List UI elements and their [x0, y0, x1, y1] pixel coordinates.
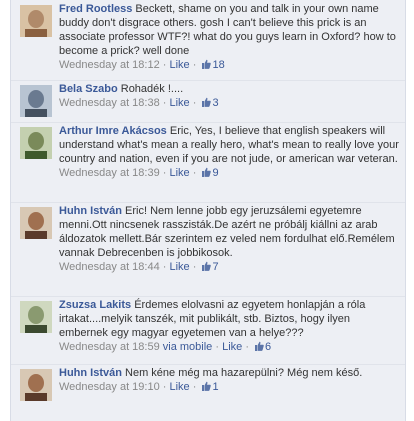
comment-meta: Wednesday at 18:59 via mobile · Like · 6 — [59, 341, 272, 353]
comment-author[interactable]: Fred Rootless — [59, 3, 132, 15]
comment: Huhn István Nem kéne még ma hazarepülni?… — [11, 364, 405, 421]
avatar[interactable] — [20, 127, 52, 159]
like-count[interactable]: 18 — [212, 59, 224, 71]
comment-time[interactable]: Wednesday at 18:44 — [59, 261, 160, 273]
like-link[interactable]: Like — [222, 341, 242, 353]
avatar[interactable] — [20, 5, 52, 37]
comment-author[interactable]: Zsuzsa Lakits — [59, 299, 131, 311]
comment-meta: Wednesday at 18:44 · Like · 7 — [59, 261, 219, 273]
avatar[interactable] — [20, 85, 52, 117]
avatar[interactable] — [20, 301, 52, 333]
profile-photo-icon — [20, 301, 52, 333]
comment: Zsuzsa Lakits Érdemes elolvasni az egyet… — [11, 296, 405, 365]
avatar[interactable] — [20, 369, 52, 401]
comment-meta: Wednesday at 18:39 · Like · 9 — [59, 167, 219, 179]
comment: Huhn István Eric! Nem lenne jobb egy jer… — [11, 202, 405, 297]
comment-author[interactable]: Arthur Imre Akácsos — [59, 125, 167, 137]
thumbs-up-icon[interactable] — [201, 261, 212, 271]
comment-time[interactable]: Wednesday at 18:12 — [59, 59, 160, 71]
profile-photo-icon — [20, 207, 52, 239]
comment-text: Rohadék !.... — [120, 83, 184, 95]
like-count[interactable]: 6 — [265, 341, 271, 353]
comment: Bela Szabo Rohadék !.... Wednesday at 18… — [11, 80, 405, 123]
like-link[interactable]: Like — [169, 59, 189, 71]
avatar[interactable] — [20, 207, 52, 239]
like-count[interactable]: 1 — [212, 381, 218, 393]
comment-time[interactable]: Wednesday at 19:10 — [59, 381, 160, 393]
thumbs-up-icon[interactable] — [201, 59, 212, 69]
thumbs-up-icon[interactable] — [201, 97, 212, 107]
like-count[interactable]: 9 — [212, 167, 218, 179]
comment-time[interactable]: Wednesday at 18:38 — [59, 97, 160, 109]
comment-time[interactable]: Wednesday at 18:39 — [59, 167, 160, 179]
like-link[interactable]: Like — [169, 381, 189, 393]
like-link[interactable]: Like — [169, 97, 189, 109]
comment-author[interactable]: Bela Szabo — [59, 83, 118, 95]
via-mobile-link[interactable]: via mobile — [163, 341, 213, 353]
comment-thread: Fred Rootless Beckett, shame on you and … — [10, 0, 406, 421]
profile-photo-icon — [20, 369, 52, 401]
thumbs-up-icon[interactable] — [254, 341, 264, 351]
like-link[interactable]: Like — [169, 167, 189, 179]
comment-author[interactable]: Huhn István — [59, 205, 122, 217]
profile-photo-icon — [20, 5, 52, 37]
like-link[interactable]: Like — [169, 261, 189, 273]
comment-meta: Wednesday at 18:38 · Like · 3 — [59, 97, 219, 109]
comment-text: Nem kéne még ma hazarepülni? Még nem kés… — [125, 367, 363, 379]
comment-meta: Wednesday at 18:12 · Like · 18 — [59, 59, 225, 71]
profile-photo-icon — [20, 85, 52, 117]
comment-meta: Wednesday at 19:10 · Like · 1 — [59, 381, 219, 393]
thumbs-up-icon[interactable] — [201, 381, 212, 391]
comment: Fred Rootless Beckett, shame on you and … — [11, 0, 405, 81]
thumbs-up-icon[interactable] — [201, 167, 212, 177]
profile-photo-icon — [20, 127, 52, 159]
comment: Arthur Imre Akácsos Eric, Yes, I believe… — [11, 122, 405, 203]
comment-time[interactable]: Wednesday at 18:59 — [59, 341, 160, 353]
like-count[interactable]: 7 — [212, 261, 218, 273]
comment-author[interactable]: Huhn István — [59, 367, 122, 379]
like-count[interactable]: 3 — [212, 97, 218, 109]
